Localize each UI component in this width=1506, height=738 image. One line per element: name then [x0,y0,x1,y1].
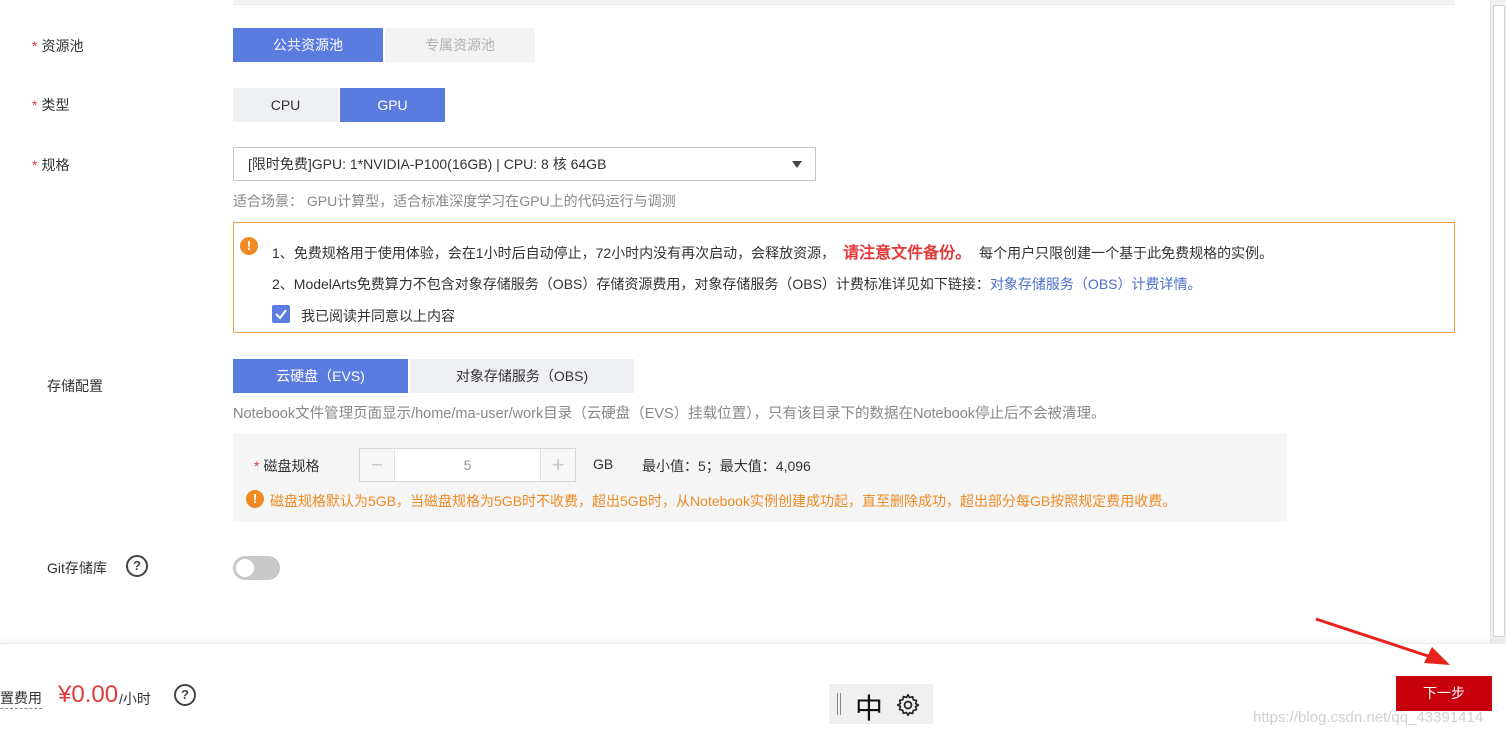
agree-label[interactable]: 我已阅读并同意以上内容 [301,306,455,326]
gpu-option[interactable]: GPU [340,88,445,122]
cost-summary: 配置费用 ¥0.00 /小时 [0,683,160,713]
resource-pool-label: * 资源池 [32,36,83,56]
required-asterisk: * [32,157,38,173]
required-asterisk: * [254,458,260,474]
obs-option[interactable]: 对象存储服务（OBS) [410,359,634,393]
cpu-option[interactable]: CPU [233,88,338,122]
git-label: Git存储库 [47,560,107,576]
disk-size-value[interactable]: 5 [394,449,541,481]
help-icon[interactable]: ? [126,555,148,577]
scrollbar-thumb[interactable] [1493,5,1505,637]
spec-label: * 规格 [32,155,69,175]
notice-line-2: 2、ModelArts免费算力不包含对象存储服务（OBS）存储资源费用，对象存储… [272,274,1202,294]
notice-line-1-limit: 每个用户只限创建一个基于此免费规格的实例。 [979,245,1274,261]
price-value: ¥0.00 [58,683,119,708]
spec-select[interactable]: [限时免费]GPU: 1*NVIDIA-P100(16GB) | CPU: 8 … [233,147,816,181]
notice-backup-emphasis: 请注意文件备份。 [843,245,972,262]
check-icon [275,309,287,320]
dedicated-pool-option[interactable]: 专属资源池 [385,28,535,62]
storage-label: 存储配置 [47,378,103,394]
notice-line-1: 1、免费规格用于使用体验，会在1小时后自动停止，72小时内没有再次启动，会释放资… [272,239,1273,263]
storage-hint: Notebook文件管理页面显示/home/ma-user/work目录（云硬盘… [233,406,1106,422]
disk-range: 最小值：5；最大值：4,096 [642,458,811,474]
disk-size-label: * 磁盘规格 [254,456,319,476]
price-unit: /小时 [119,691,151,707]
caret-down-icon [792,161,802,168]
resource-pool-label-text: 资源池 [41,38,84,54]
drag-handle-icon[interactable] [837,693,841,715]
type-label: * 类型 [32,95,69,115]
evs-option[interactable]: 云硬盘（EVS) [233,359,408,393]
agree-checkbox[interactable] [272,305,290,323]
obs-billing-link[interactable]: 对象存储服务（OBS）计费详情。 [990,276,1202,292]
notice-line-2-text: 2、ModelArts免费算力不包含对象存储服务（OBS）存储资源费用，对象存储… [272,276,990,292]
previous-section-edge [233,0,1455,5]
disk-unit: GB [593,456,614,472]
disk-size-label-text: 磁盘规格 [263,458,320,474]
ime-mode-indicator[interactable]: 中 [855,687,883,727]
gear-icon[interactable] [895,692,921,718]
notice-line-1-text: 1、免费规格用于使用体验，会在1小时后自动停止，72小时内没有再次启动，会释放资… [272,245,836,261]
type-label-text: 类型 [41,97,70,113]
required-asterisk: * [32,97,38,113]
decrement-button[interactable]: − [360,449,395,481]
required-asterisk: * [32,38,38,54]
help-icon[interactable]: ? [174,684,196,706]
spec-hint: 适合场景： GPU计算型，适合标准深度学习在GPU上的代码运行与调测 [233,193,676,209]
increment-button[interactable]: + [540,449,575,481]
public-pool-option[interactable]: 公共资源池 [233,28,383,62]
annotation-arrow-icon [1315,617,1450,665]
spec-label-text: 规格 [41,157,70,173]
warning-icon: ! [246,490,264,508]
next-step-button[interactable]: 下一步 [1396,676,1492,711]
ime-toolbar: 中 [829,684,933,724]
disk-warning: 磁盘规格默认为5GB，当磁盘规格为5GB时不收费，超出5GB时，从Noteboo… [270,493,1177,509]
toggle-knob [236,559,254,577]
watermark: https://blog.csdn.net/qq_43391414 [1253,709,1484,726]
disk-size-stepper[interactable]: − 5 + [359,448,576,482]
warning-icon: ! [240,237,258,255]
cost-label[interactable]: 配置费用 [0,688,42,709]
git-toggle[interactable] [233,556,280,580]
spec-select-value: [限时免费]GPU: 1*NVIDIA-P100(16GB) | CPU: 8 … [248,156,607,172]
